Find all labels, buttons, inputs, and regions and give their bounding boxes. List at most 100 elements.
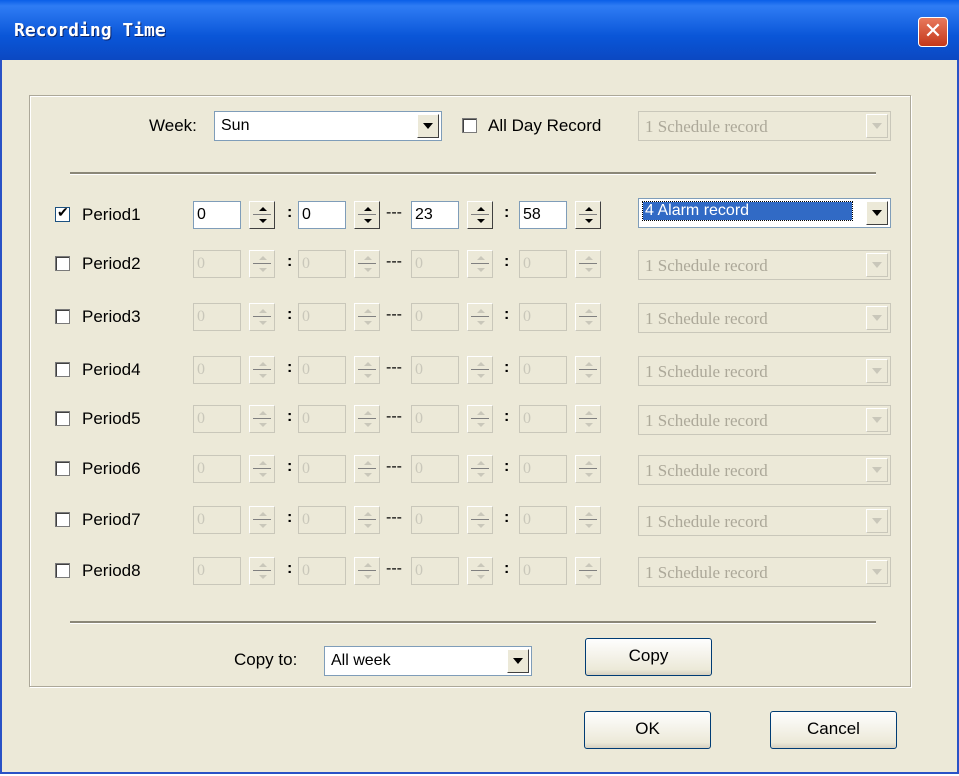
spin-up-icon[interactable] (364, 362, 372, 366)
record-type-select[interactable]: 1 Schedule record (638, 405, 891, 435)
spin-down-icon[interactable] (364, 321, 372, 325)
spin-down-icon[interactable] (259, 473, 267, 477)
spin-down-icon[interactable] (364, 575, 372, 579)
end-minute-field[interactable]: 0 (519, 405, 567, 433)
spin-up-icon[interactable] (477, 461, 485, 465)
spinner[interactable] (354, 455, 380, 483)
chevron-down-icon[interactable] (866, 560, 888, 584)
spin-down-icon[interactable] (259, 219, 267, 223)
spin-down-icon[interactable] (585, 524, 593, 528)
spinner[interactable] (249, 506, 275, 534)
spinner[interactable] (249, 303, 275, 331)
spin-up-icon[interactable] (477, 207, 485, 211)
period-checkbox[interactable] (55, 362, 70, 377)
spinner[interactable] (467, 356, 493, 384)
spin-up-icon[interactable] (477, 411, 485, 415)
end-minute-field[interactable]: 0 (519, 356, 567, 384)
spin-down-icon[interactable] (477, 575, 485, 579)
spinner[interactable] (575, 201, 601, 229)
spin-down-icon[interactable] (259, 268, 267, 272)
spinner[interactable] (575, 303, 601, 331)
spin-up-icon[interactable] (585, 207, 593, 211)
end-minute-field[interactable]: 58 (519, 201, 567, 229)
chevron-down-icon[interactable] (866, 359, 888, 383)
end-hour-field[interactable]: 0 (411, 506, 459, 534)
spin-up-icon[interactable] (585, 256, 593, 260)
spin-down-icon[interactable] (364, 473, 372, 477)
spin-up-icon[interactable] (259, 563, 267, 567)
period-checkbox[interactable] (55, 512, 70, 527)
period-checkbox[interactable] (55, 309, 70, 324)
spinner[interactable] (354, 303, 380, 331)
close-button[interactable]: ✕ (918, 17, 948, 47)
spin-up-icon[interactable] (259, 512, 267, 516)
start-minute-field[interactable]: 0 (298, 303, 346, 331)
spin-down-icon[interactable] (259, 321, 267, 325)
spin-down-icon[interactable] (585, 321, 593, 325)
chevron-down-icon[interactable] (866, 253, 888, 277)
end-hour-field[interactable]: 0 (411, 405, 459, 433)
end-hour-field[interactable]: 0 (411, 557, 459, 585)
start-minute-field[interactable]: 0 (298, 455, 346, 483)
end-hour-field[interactable]: 0 (411, 303, 459, 331)
end-minute-field[interactable]: 0 (519, 557, 567, 585)
copy-to-select[interactable]: All week (324, 646, 532, 676)
spinner[interactable] (249, 201, 275, 229)
spinner[interactable] (575, 405, 601, 433)
spin-down-icon[interactable] (364, 374, 372, 378)
spinner[interactable] (575, 356, 601, 384)
start-hour-field[interactable]: 0 (193, 557, 241, 585)
spin-down-icon[interactable] (585, 374, 593, 378)
spinner[interactable] (575, 506, 601, 534)
spin-up-icon[interactable] (477, 563, 485, 567)
end-hour-field[interactable]: 0 (411, 356, 459, 384)
spinner[interactable] (467, 455, 493, 483)
spin-down-icon[interactable] (364, 219, 372, 223)
chevron-down-icon[interactable] (866, 458, 888, 482)
spin-up-icon[interactable] (259, 309, 267, 313)
start-minute-field[interactable]: 0 (298, 405, 346, 433)
start-minute-field[interactable]: 0 (298, 250, 346, 278)
title-bar[interactable]: Recording Time ✕ (0, 0, 959, 60)
all-day-checkbox[interactable] (462, 118, 477, 133)
spinner[interactable] (575, 557, 601, 585)
spin-up-icon[interactable] (259, 256, 267, 260)
spinner[interactable] (354, 356, 380, 384)
spinner[interactable] (467, 250, 493, 278)
spinner[interactable] (249, 455, 275, 483)
spin-up-icon[interactable] (585, 563, 593, 567)
end-minute-field[interactable]: 0 (519, 303, 567, 331)
chevron-down-icon[interactable] (507, 649, 529, 673)
spin-up-icon[interactable] (259, 461, 267, 465)
period-checkbox[interactable] (55, 411, 70, 426)
spinner[interactable] (467, 405, 493, 433)
spin-down-icon[interactable] (585, 575, 593, 579)
record-type-select[interactable]: 1 Schedule record (638, 250, 891, 280)
record-type-select[interactable]: 1 Schedule record (638, 303, 891, 333)
spinner[interactable] (249, 557, 275, 585)
end-hour-field[interactable]: 23 (411, 201, 459, 229)
ok-button[interactable]: OK (584, 711, 711, 749)
spin-down-icon[interactable] (364, 268, 372, 272)
copy-button[interactable]: Copy (585, 638, 712, 676)
spin-down-icon[interactable] (477, 423, 485, 427)
spin-up-icon[interactable] (364, 256, 372, 260)
spin-up-icon[interactable] (259, 411, 267, 415)
end-minute-field[interactable]: 0 (519, 250, 567, 278)
spin-down-icon[interactable] (585, 423, 593, 427)
chevron-down-icon[interactable] (417, 114, 439, 138)
spin-up-icon[interactable] (364, 207, 372, 211)
spin-down-icon[interactable] (477, 268, 485, 272)
cancel-button[interactable]: Cancel (770, 711, 897, 749)
start-hour-field[interactable]: 0 (193, 250, 241, 278)
spinner[interactable] (467, 303, 493, 331)
spinner[interactable] (354, 201, 380, 229)
record-type-select[interactable]: 1 Schedule record (638, 356, 891, 386)
record-type-select[interactable]: 4 Alarm record (638, 198, 891, 228)
week-select[interactable]: Sun (214, 111, 442, 141)
spin-down-icon[interactable] (259, 374, 267, 378)
spin-down-icon[interactable] (585, 268, 593, 272)
spinner[interactable] (467, 557, 493, 585)
chevron-down-icon[interactable] (866, 114, 888, 138)
spin-up-icon[interactable] (477, 512, 485, 516)
